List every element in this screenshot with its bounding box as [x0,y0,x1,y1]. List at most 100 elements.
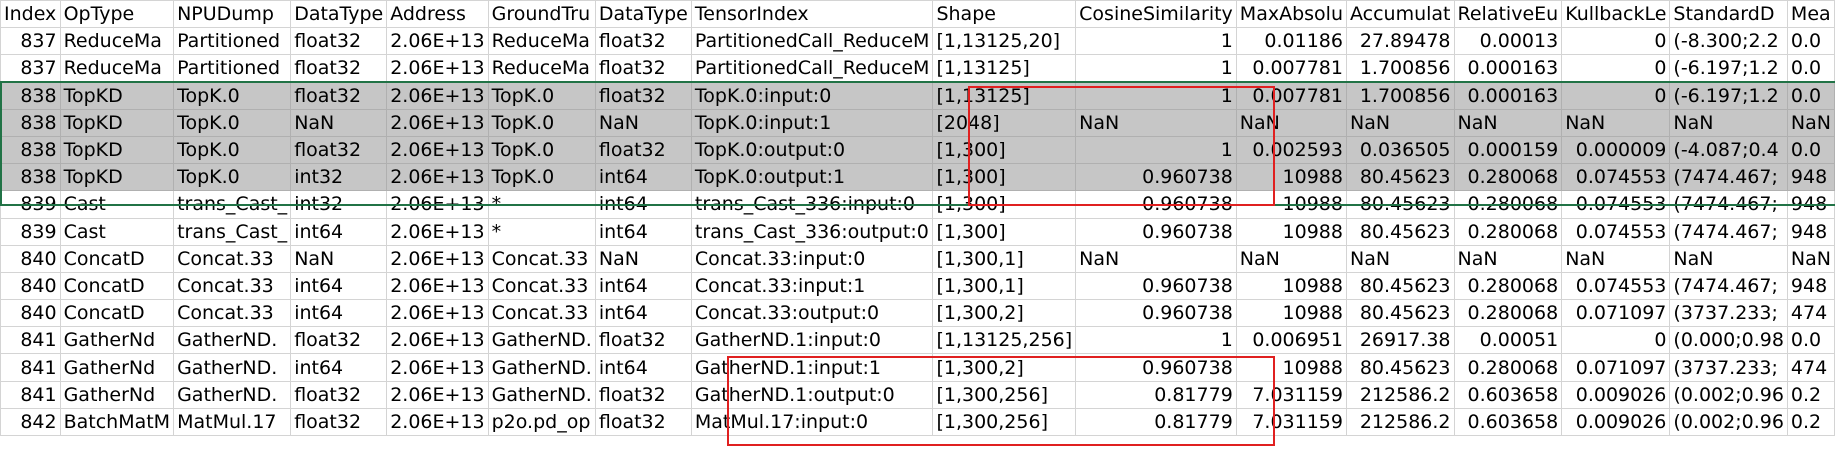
table-cell[interactable]: 0.000163 [1453,81,1563,110]
table-cell[interactable]: NaN [1345,244,1455,273]
table-cell[interactable]: (-6.197;1.2 [1669,81,1788,110]
table-cell[interactable]: 840 [0,244,61,273]
table-cell[interactable]: 2.06E+13 [386,244,489,273]
table-cell[interactable]: NaN [1669,108,1788,137]
column-header[interactable]: Index [0,0,61,29]
table-cell[interactable]: TopK.0 [173,108,292,137]
table-cell[interactable]: (-4.087;0.4 [1669,135,1788,165]
table-row[interactable]: 838 TopKD TopK.0 float32 2.06E+13 TopK.0 float… [0,81,1835,110]
table-cell[interactable]: 0.2 [1786,380,1835,409]
column-header[interactable]: Shape [932,0,1077,29]
table-cell[interactable]: NaN [1786,244,1835,273]
table-cell[interactable]: TopK.0 [173,163,292,192]
table-cell[interactable]: GatherND. [487,326,596,355]
table-cell[interactable]: int32 [290,163,388,192]
table-cell[interactable]: float32 [594,27,692,56]
column-header[interactable]: OpType [59,0,175,29]
table-cell[interactable]: Partitioned [173,27,292,56]
table-cell[interactable]: Cast [59,190,175,219]
table-cell[interactable]: 0.007781 [1235,81,1347,110]
table-cell[interactable]: 0.280068 [1453,163,1563,192]
table-row[interactable]: 838 TopKD TopK.0 int32 2.06E+13 TopK.0 int64 To… [0,163,1835,192]
table-cell[interactable]: float32 [594,407,692,437]
table-cell[interactable]: (0.002;0.96 [1669,380,1788,409]
table-cell[interactable]: 2.06E+13 [386,407,489,437]
table-cell[interactable]: (7474.467; [1669,217,1788,246]
table-cell[interactable]: 212586.2 [1345,380,1455,409]
table-cell[interactable]: int64 [594,190,692,219]
table-cell[interactable]: 948 [1786,190,1835,219]
column-header[interactable]: DataType [290,0,388,29]
table-cell[interactable]: NaN [290,244,388,273]
table-cell[interactable]: 80.45623 [1345,271,1455,301]
table-row[interactable]: 840 ConcatD Concat.33 NaN 2.06E+13 Concat.33 N… [0,244,1835,273]
table-cell[interactable]: (0.002;0.96 [1669,407,1788,437]
table-cell[interactable]: 0.01186 [1235,27,1347,56]
table-cell[interactable]: (3737.233; [1669,299,1788,328]
table-cell[interactable]: float32 [290,326,388,355]
table-cell[interactable]: 0.006951 [1235,326,1347,355]
table-cell[interactable]: 80.45623 [1345,163,1455,192]
table-cell[interactable]: ConcatD [59,244,175,273]
table-cell[interactable]: 838 [0,108,61,137]
table-cell[interactable]: Concat.33 [173,244,292,273]
table-cell[interactable]: * [487,217,596,246]
table-cell[interactable]: 839 [0,217,61,246]
table-cell[interactable]: 0.036505 [1345,135,1455,165]
table-cell[interactable]: 0.009026 [1561,380,1671,409]
table-cell[interactable]: BatchMatM [59,407,175,437]
table-cell[interactable]: TopKD [59,81,175,110]
table-cell[interactable]: 2.06E+13 [386,217,489,246]
table-row[interactable]: 842 BatchMatM MatMul.17 float32 2.06E+13 p2o.… [0,407,1835,437]
table-cell[interactable]: float32 [594,326,692,355]
table-cell[interactable]: Concat.33:input:0 [690,244,934,273]
table-cell[interactable]: 0.002593 [1235,135,1347,165]
table-cell[interactable]: GatherND. [173,380,292,409]
table-cell[interactable]: 80.45623 [1345,353,1455,382]
table-cell[interactable]: (7474.467; [1669,271,1788,301]
table-cell[interactable]: float32 [290,407,388,437]
table-cell[interactable]: float32 [594,54,692,83]
table-cell[interactable]: trans_Cast_ [173,217,292,246]
table-cell[interactable]: GatherNd [59,326,175,355]
column-header[interactable]: CosineSimilarity [1075,0,1237,29]
table-cell[interactable]: NaN [1453,108,1563,137]
table-cell[interactable]: 0.280068 [1453,353,1563,382]
table-cell[interactable]: NaN [1453,244,1563,273]
table-cell[interactable]: 0.603658 [1453,407,1563,437]
table-cell[interactable]: 10988 [1235,163,1347,192]
table-cell[interactable]: GatherND. [487,353,596,382]
table-cell[interactable]: 837 [0,27,61,56]
table-cell[interactable]: 0.960738 [1075,353,1237,382]
table-cell[interactable]: GatherND. [173,326,292,355]
table-cell[interactable]: 7.031159 [1235,407,1347,437]
table-cell[interactable]: NaN [1561,108,1671,137]
table-cell[interactable]: PartitionedCall_ReduceM [690,27,934,56]
table-cell[interactable]: NaN [1786,108,1835,137]
table-cell[interactable]: 0.603658 [1453,380,1563,409]
table-cell[interactable]: 10988 [1235,299,1347,328]
table-cell[interactable]: 0.0 [1786,81,1835,110]
table-cell[interactable]: (7474.467; [1669,163,1788,192]
table-row[interactable]: 839 Cast trans_Cast_ int64 2.06E+13 * int64 tra… [0,217,1835,246]
table-cell[interactable]: 474 [1786,299,1835,328]
table-cell[interactable]: 2.06E+13 [386,108,489,137]
table-cell[interactable]: NaN [1345,108,1455,137]
table-cell[interactable]: (0.000;0.98 [1669,326,1788,355]
table-cell[interactable]: int64 [594,217,692,246]
table-cell[interactable]: 948 [1786,271,1835,301]
table-cell[interactable]: 0.0 [1786,54,1835,83]
table-cell[interactable]: 2.06E+13 [386,163,489,192]
table-cell[interactable]: 2.06E+13 [386,299,489,328]
table-cell[interactable]: 2.06E+13 [386,135,489,165]
table-cell[interactable]: 0.074553 [1561,163,1671,192]
table-cell[interactable]: int64 [594,163,692,192]
table-cell[interactable]: 0.280068 [1453,217,1563,246]
table-cell[interactable]: trans_Cast_ [173,190,292,219]
table-cell[interactable]: 474 [1786,353,1835,382]
column-header[interactable]: MaxAbsolu [1235,0,1347,29]
table-cell[interactable]: float32 [290,380,388,409]
table-cell[interactable]: 0.81779 [1075,380,1237,409]
table-cell[interactable]: NaN [1669,244,1788,273]
table-cell[interactable]: int64 [594,271,692,301]
